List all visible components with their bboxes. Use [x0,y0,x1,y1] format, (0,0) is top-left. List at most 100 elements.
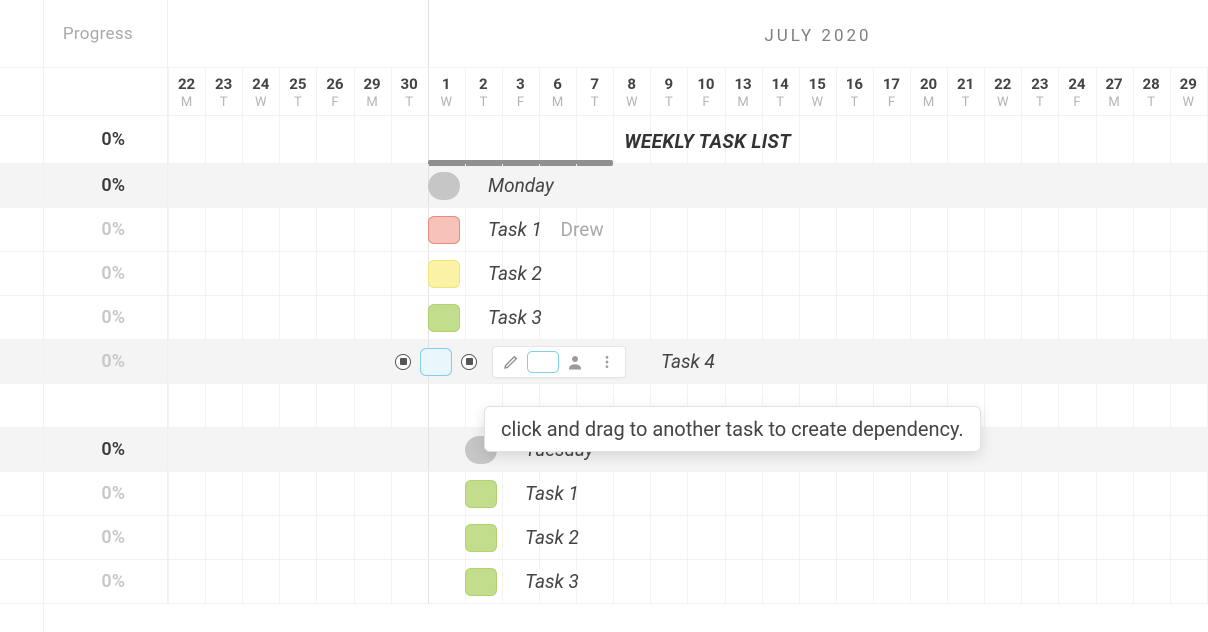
task-label: Task 3 [488,306,542,329]
date-col-17[interactable]: 17F [873,68,910,116]
group-label: Monday [488,174,554,197]
lane-content: Task 1 Drew [168,208,1208,251]
date-col-29[interactable]: 29W [1170,68,1207,116]
task-chip-red[interactable] [428,216,460,244]
date-col-21[interactable]: 21T [947,68,984,116]
task-chip-green[interactable] [465,568,497,596]
dependency-handle-left[interactable] [395,354,411,370]
date-col-23[interactable]: 23T [1021,68,1058,116]
lane: Task 2 [168,516,1208,559]
date-col-20[interactable]: 20M [910,68,947,116]
gantt-app: Progress JULY 2020 22M23T24W25T26F29M30T… [0,0,1208,632]
date-col-22[interactable]: 22W [984,68,1021,116]
task-chip-green[interactable] [428,304,460,332]
lane-content: Task 1 [168,472,1208,515]
kebab-icon [599,354,615,370]
date-col-13[interactable]: 13M [725,68,762,116]
row-monday[interactable]: 0% Monday [0,164,1208,208]
task-label: Task 1 Drew [488,218,604,241]
lane-task-1: Task 1 Drew [168,208,1208,251]
square-icon [527,351,559,373]
task-label: Task 2 [488,262,542,285]
timeline-header: JULY 2020 [168,0,1208,67]
date-col-30[interactable]: 30T [391,68,428,116]
date-col-10[interactable]: 10F [687,68,724,116]
task-chip-green[interactable] [465,480,497,508]
date-col-8[interactable]: 8W [613,68,650,116]
task-assignee: Drew [561,218,604,241]
date-col-15[interactable]: 15W [799,68,836,116]
lane: Task 3 [168,560,1208,603]
dependency-handle-right[interactable] [461,354,477,370]
lane-content: Task 2 [168,516,1208,559]
month-label: JULY 2020 [168,26,1208,46]
color-button[interactable] [527,348,559,376]
row-task-1[interactable]: 0% Task 1 Drew [0,208,1208,252]
date-col-9[interactable]: 9T [650,68,687,116]
row-task-3[interactable]: 0% Task 3 [0,296,1208,340]
user-icon [566,353,584,371]
more-menu-button[interactable] [591,348,623,376]
date-col-25[interactable]: 25T [279,68,316,116]
lane-task-4: Task 4 [168,340,1208,383]
date-header: 22M23T24W25T26F29M30T1W2T3F6M7T8W9T10F13… [168,68,1208,115]
edit-button[interactable] [495,348,527,376]
month-separator [428,0,429,67]
task-toolbar [492,346,626,378]
lane-monday: Monday [168,164,1208,207]
progress-tue-1: 0% [0,472,168,515]
date-col-23[interactable]: 23T [205,68,242,116]
lane-content: Task 3 [168,560,1208,603]
lane-task-3: Task 3 [168,296,1208,339]
assign-button[interactable] [559,348,591,376]
progress-tuesday: 0% [0,428,168,471]
date-col-6[interactable]: 6M [539,68,576,116]
lane-content: Task 3 [168,296,1208,339]
task-label: Task 2 [525,526,579,549]
date-col-22[interactable]: 22M [168,68,205,116]
date-col-16[interactable]: 16T [836,68,873,116]
task-label: Task 4 [661,350,715,373]
row-tue-task-3[interactable]: 0% Task 3 [0,560,1208,604]
progress-spacer [0,384,168,427]
date-col-1[interactable]: 1W [428,68,465,116]
pencil-icon [503,354,519,370]
progress-header-label: Progress [63,24,133,44]
row-task-2[interactable]: 0% Task 2 [0,252,1208,296]
date-col-28[interactable]: 28T [1133,68,1170,116]
row-tue-task-2[interactable]: 0% Task 2 [0,516,1208,560]
date-col-2[interactable]: 2T [465,68,502,116]
task-chip-blue[interactable] [420,348,452,376]
task-chip-yellow[interactable] [428,260,460,288]
row-tue-task-1[interactable]: 0% Task 1 [0,472,1208,516]
date-col-26[interactable]: 26F [316,68,353,116]
title-lane: WEEKLY TASK LIST [168,116,1208,163]
progress-task-1: 0% [0,208,168,251]
header-row-dates: 22M23T24W25T26F29M30T1W2T3F6M7T8W9T10F13… [0,68,1208,116]
header-row-month: Progress JULY 2020 [0,0,1208,68]
date-col-7[interactable]: 7T [576,68,613,116]
date-col-3[interactable]: 3F [502,68,539,116]
progress-task-2: 0% [0,252,168,295]
task-label: Task 3 [525,570,579,593]
date-col-24[interactable]: 24W [242,68,279,116]
date-col-14[interactable]: 14T [762,68,799,116]
date-col-29[interactable]: 29M [354,68,391,116]
row-task-4-selected[interactable]: 0% [0,340,1208,384]
progress-title: 0% [0,116,168,163]
progress-tue-2: 0% [0,516,168,559]
group-chip-gray[interactable] [428,172,460,200]
weekly-task-list-title: WEEKLY TASK LIST [624,130,791,153]
lane-content: Task 4 [168,340,1208,383]
progress-task-4: 0% [0,340,168,383]
progress-task-3: 0% [0,296,168,339]
task-chip-green[interactable] [465,524,497,552]
lane: Task 1 [168,472,1208,515]
progress-column-header: Progress [0,0,168,67]
date-col-24[interactable]: 24F [1058,68,1095,116]
lane-content: Monday [168,164,1208,207]
progress-monday: 0% [0,164,168,207]
dependency-tooltip: click and drag to another task to create… [484,406,981,452]
date-col-27[interactable]: 27M [1096,68,1133,116]
left-border-stub [43,0,44,632]
